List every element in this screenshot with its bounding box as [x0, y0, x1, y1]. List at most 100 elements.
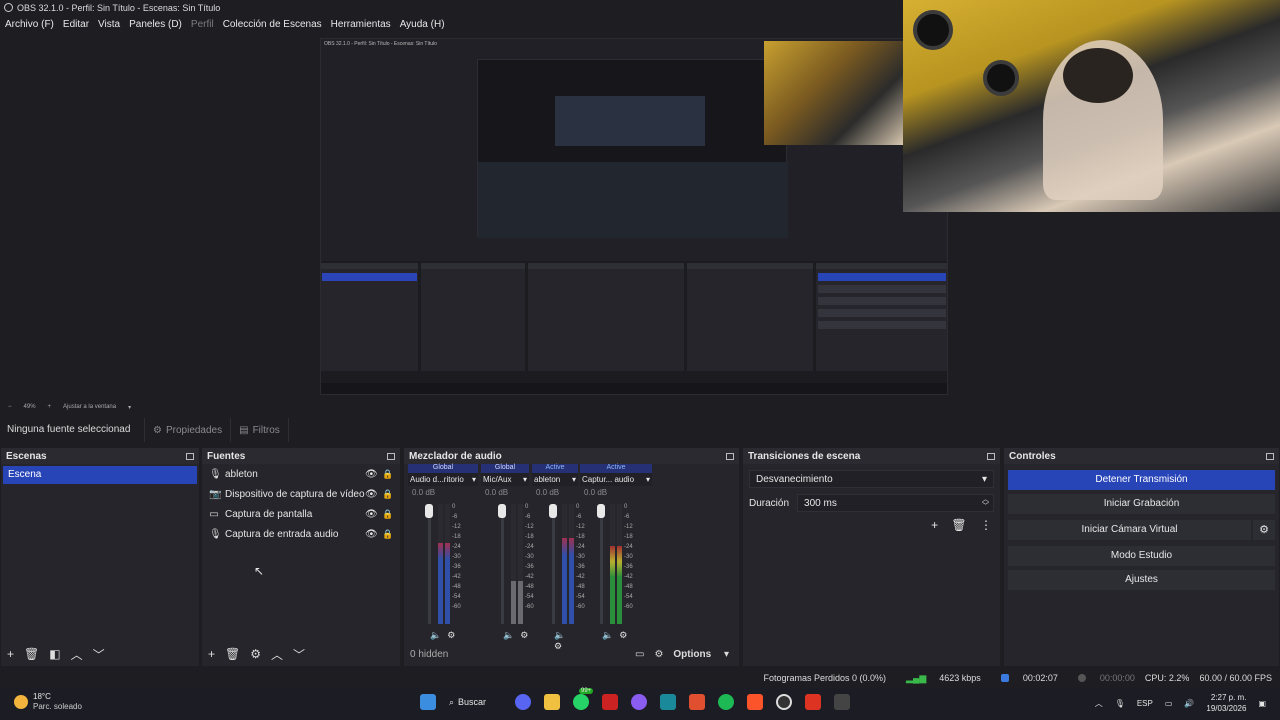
network-icon[interactable]: ▭ — [1165, 699, 1173, 708]
channel-settings-icon[interactable]: ⚙ — [619, 630, 627, 640]
source-item[interactable]: 🎙 Captura de entrada audio 👁 🔒 — [202, 524, 400, 544]
undock-icon[interactable] — [1266, 452, 1274, 460]
channel-settings-icon[interactable]: ⚙ — [447, 630, 455, 640]
eye-icon[interactable]: 👁 — [365, 469, 378, 480]
undock-icon[interactable] — [186, 452, 194, 460]
zoom-out-button[interactable]: − — [8, 404, 12, 410]
spin-arrows-icon[interactable]: ︿ ﹀ — [982, 496, 989, 510]
mic-icon[interactable]: 🎙 — [1115, 699, 1125, 708]
channel-name-select[interactable]: Mic/Aux ▾ — [481, 473, 529, 486]
volume-fader[interactable] — [549, 504, 557, 624]
lock-icon[interactable]: 🔒 — [382, 469, 393, 480]
fit-window-button[interactable]: Ajustar a la ventana — [63, 404, 116, 410]
gear-icon[interactable]: ⚙ — [1253, 520, 1275, 540]
channel-name-select[interactable]: ableton ▾ — [532, 473, 578, 486]
start-virtual-cam-button[interactable]: Iniciar Cámara Virtual — [1008, 520, 1251, 540]
duration-spinbox[interactable]: 300 ms ︿ ﹀ — [797, 494, 994, 512]
more-icon[interactable]: ⋮ — [980, 518, 992, 532]
program-preview[interactable]: OBS 32.1.0 - Perfil: Sin Título - Escena… — [0, 0, 1280, 399]
channel-settings-icon[interactable]: ⚙ — [520, 630, 528, 640]
gear-icon[interactable]: ⚙ — [250, 647, 261, 661]
settings-button[interactable]: Ajustes — [1008, 570, 1275, 590]
notification-icon[interactable]: ▣ — [1258, 699, 1266, 708]
fader-knob[interactable] — [597, 504, 605, 518]
discord-icon[interactable] — [515, 694, 531, 710]
mixer-settings-icon[interactable]: ⚙ — [654, 649, 663, 660]
channel-name-select[interactable]: Captur... audio ▾ — [580, 473, 652, 486]
eye-icon[interactable]: 👁 — [365, 529, 378, 540]
properties-button[interactable]: ⚙ Propiedades — [145, 418, 232, 442]
menu-archivo[interactable]: Archivo (F) — [5, 19, 54, 30]
add-icon[interactable]: + — [208, 647, 215, 661]
volume-icon[interactable]: 🔊 — [1184, 699, 1194, 708]
speaker-icon[interactable]: 🔈 — [430, 630, 441, 640]
language-indicator[interactable]: ESP — [1137, 699, 1153, 708]
options-button[interactable]: Options ▾ — [673, 649, 729, 660]
move-up-icon[interactable]: ︿ — [271, 646, 283, 663]
chevron-up-icon[interactable]: ︿ — [1095, 698, 1103, 709]
layout-icon[interactable]: ▭ — [635, 649, 644, 660]
speaker-icon[interactable]: 🔈 — [554, 630, 565, 640]
speaker-icon[interactable]: 🔈 — [602, 630, 613, 640]
fader-knob[interactable] — [549, 504, 557, 518]
source-item[interactable]: 📷 Dispositivo de captura de vídeo 👁 🔒 — [202, 484, 400, 504]
fader-knob[interactable] — [425, 504, 433, 518]
lock-icon[interactable]: 🔒 — [382, 489, 393, 500]
add-icon[interactable]: + — [931, 518, 938, 532]
fader-knob[interactable] — [498, 504, 506, 518]
weather-widget[interactable]: 18°C Parc. soleado — [14, 692, 82, 712]
lock-icon[interactable]: 🔒 — [382, 529, 393, 540]
eye-icon[interactable]: 👁 — [365, 489, 378, 500]
obs-icon[interactable] — [776, 694, 792, 710]
app-icon[interactable] — [602, 694, 618, 710]
pdf-icon[interactable] — [805, 694, 821, 710]
volume-fader[interactable] — [425, 504, 433, 624]
start-recording-button[interactable]: Iniciar Grabación — [1008, 494, 1275, 514]
undock-icon[interactable] — [726, 452, 734, 460]
stop-stream-button[interactable]: Detener Transmisión — [1008, 470, 1275, 490]
app-icon[interactable] — [660, 694, 676, 710]
stream-time: 00:02:07 — [991, 673, 1058, 683]
move-up-icon[interactable]: ︿ — [71, 646, 83, 663]
menu-herramientas[interactable]: Herramientas — [331, 19, 391, 30]
move-down-icon[interactable]: ﹀ — [93, 646, 105, 663]
app-icon[interactable] — [631, 694, 647, 710]
windows-start-icon[interactable] — [420, 694, 436, 710]
undock-icon[interactable] — [387, 452, 395, 460]
duration-label: Duración — [749, 497, 790, 509]
zoom-dropdown-icon[interactable]: ▾ — [128, 404, 131, 411]
spotify-icon[interactable] — [718, 694, 734, 710]
menu-editar[interactable]: Editar — [63, 19, 89, 30]
menu-coleccion-escenas[interactable]: Colección de Escenas — [223, 19, 322, 30]
clock[interactable]: 2:27 p. m. 19/03/2026 — [1206, 692, 1246, 714]
menu-paneles[interactable]: Paneles (D) — [129, 19, 182, 30]
move-down-icon[interactable]: ﹀ — [293, 646, 305, 663]
volume-fader[interactable] — [498, 504, 506, 624]
source-item[interactable]: ▭ Captura de pantalla 👁 🔒 — [202, 504, 400, 524]
file-explorer-icon[interactable] — [544, 694, 560, 710]
eye-icon[interactable]: 👁 — [365, 509, 378, 520]
transition-select[interactable]: Desvanecimiento ▾ — [749, 470, 994, 488]
filter-icon[interactable]: ◧ — [49, 647, 60, 661]
trash-icon[interactable]: 🗑 — [24, 647, 39, 661]
brave-icon[interactable] — [747, 694, 763, 710]
menu-vista[interactable]: Vista — [98, 19, 120, 30]
taskbar-search[interactable]: ⌕ Buscar — [449, 697, 505, 708]
trash-icon[interactable]: 🗑 — [951, 518, 966, 532]
studio-mode-button[interactable]: Modo Estudio — [1008, 546, 1275, 566]
trash-icon[interactable]: 🗑 — [225, 647, 240, 661]
lock-icon[interactable]: 🔒 — [382, 509, 393, 520]
undock-icon[interactable] — [987, 452, 995, 460]
zoom-in-button[interactable]: + — [48, 404, 52, 410]
menu-ayuda[interactable]: Ayuda (H) — [400, 19, 445, 30]
whatsapp-icon[interactable]: 99+ — [573, 688, 594, 710]
filters-button[interactable]: ▤ Filtros — [231, 418, 289, 442]
channel-name-select[interactable]: Audio d...ritorio ▾ — [408, 473, 478, 486]
scene-item[interactable]: Escena — [3, 466, 197, 484]
app-icon[interactable] — [834, 694, 850, 710]
source-item[interactable]: 🎙 ableton 👁 🔒 — [202, 464, 400, 484]
volume-fader[interactable] — [597, 504, 605, 624]
add-icon[interactable]: + — [7, 647, 14, 661]
app-icon[interactable] — [689, 694, 705, 710]
muted-speaker-icon[interactable]: 🔈 — [503, 630, 514, 640]
